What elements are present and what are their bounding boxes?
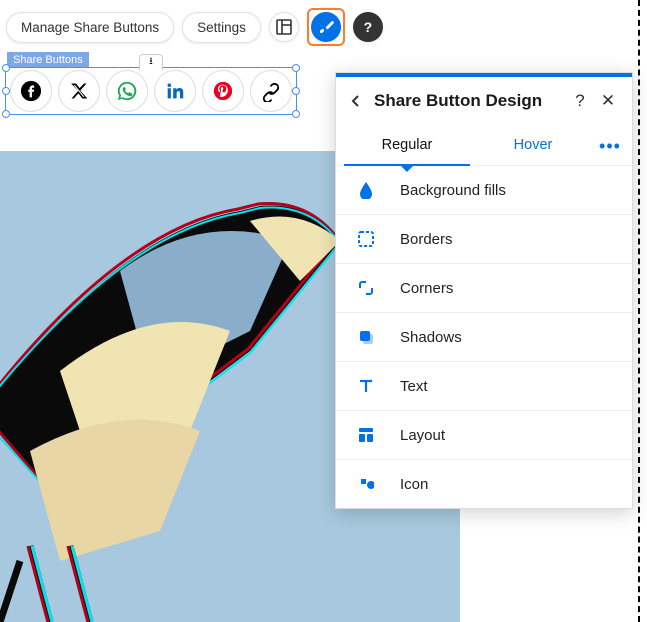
panel-header: Share Button Design ? ✕ [336,77,632,127]
layout-section-icon [358,427,374,443]
layout-icon [276,19,292,35]
section-label: Shadows [400,329,462,346]
share-whatsapp[interactable] [106,70,148,112]
help-panel-button[interactable]: ? [570,91,590,111]
download-icon: ⭳ [149,54,153,71]
fill-icon [358,181,374,199]
shadows-icon [358,329,374,345]
share-facebook[interactable] [10,70,52,112]
brush-icon [317,18,335,36]
panel-tabs: Regular Hover ••• [336,127,632,166]
share-pinterest[interactable] [202,70,244,112]
close-panel-button[interactable]: ✕ [598,91,618,111]
linkedin-icon [164,80,186,102]
link-icon [260,80,282,102]
share-linkedin[interactable] [154,70,196,112]
whatsapp-icon [116,80,138,102]
design-button-highlight [307,8,345,46]
tab-hover[interactable]: Hover [470,127,596,165]
design-panel: Share Button Design ? ✕ Regular Hover ••… [335,72,633,509]
download-handle[interactable]: ⭳ [139,54,163,70]
resize-handle[interactable] [2,110,10,118]
section-layout[interactable]: Layout [336,411,632,460]
section-label: Layout [400,427,445,444]
question-icon: ? [575,91,584,111]
section-label: Text [400,378,428,395]
chevron-left-icon [349,94,363,108]
share-link[interactable] [250,70,292,112]
section-label: Corners [400,280,453,297]
layout-button[interactable] [269,12,299,42]
section-label: Icon [400,476,428,493]
corners-icon [358,280,374,296]
panel-title: Share Button Design [374,91,562,111]
share-buttons-widget[interactable]: ⭳ [5,67,297,115]
more-tabs-button[interactable]: ••• [596,136,624,157]
section-shadows[interactable]: Shadows [336,313,632,362]
resize-handle[interactable] [2,64,10,72]
section-text[interactable]: Text [336,362,632,411]
close-icon: ✕ [601,91,615,111]
share-x[interactable] [58,70,100,112]
x-twitter-icon [69,81,89,101]
section-corners[interactable]: Corners [336,264,632,313]
question-icon: ? [364,19,373,35]
section-icon[interactable]: Icon [336,460,632,508]
borders-icon [358,231,374,247]
resize-handle[interactable] [292,110,300,118]
dots-icon: ••• [599,136,621,156]
section-background-fills[interactable]: Background fills [336,166,632,215]
resize-handle[interactable] [292,64,300,72]
section-label: Borders [400,231,453,248]
resize-handle[interactable] [2,87,10,95]
section-label: Background fills [400,182,506,199]
back-button[interactable] [346,91,366,111]
resize-handle[interactable] [292,87,300,95]
icon-section-icon [358,476,374,492]
tab-regular[interactable]: Regular [344,127,470,165]
help-button[interactable]: ? [353,12,383,42]
text-icon [358,378,374,394]
selection-label: Share Buttons [7,52,89,68]
floating-toolbar: Manage Share Buttons Settings ? [6,8,383,46]
section-borders[interactable]: Borders [336,215,632,264]
pinterest-icon [212,80,234,102]
facebook-icon [20,80,42,102]
design-button[interactable] [311,12,341,42]
manage-share-buttons-button[interactable]: Manage Share Buttons [6,12,174,43]
settings-button[interactable]: Settings [182,12,261,43]
